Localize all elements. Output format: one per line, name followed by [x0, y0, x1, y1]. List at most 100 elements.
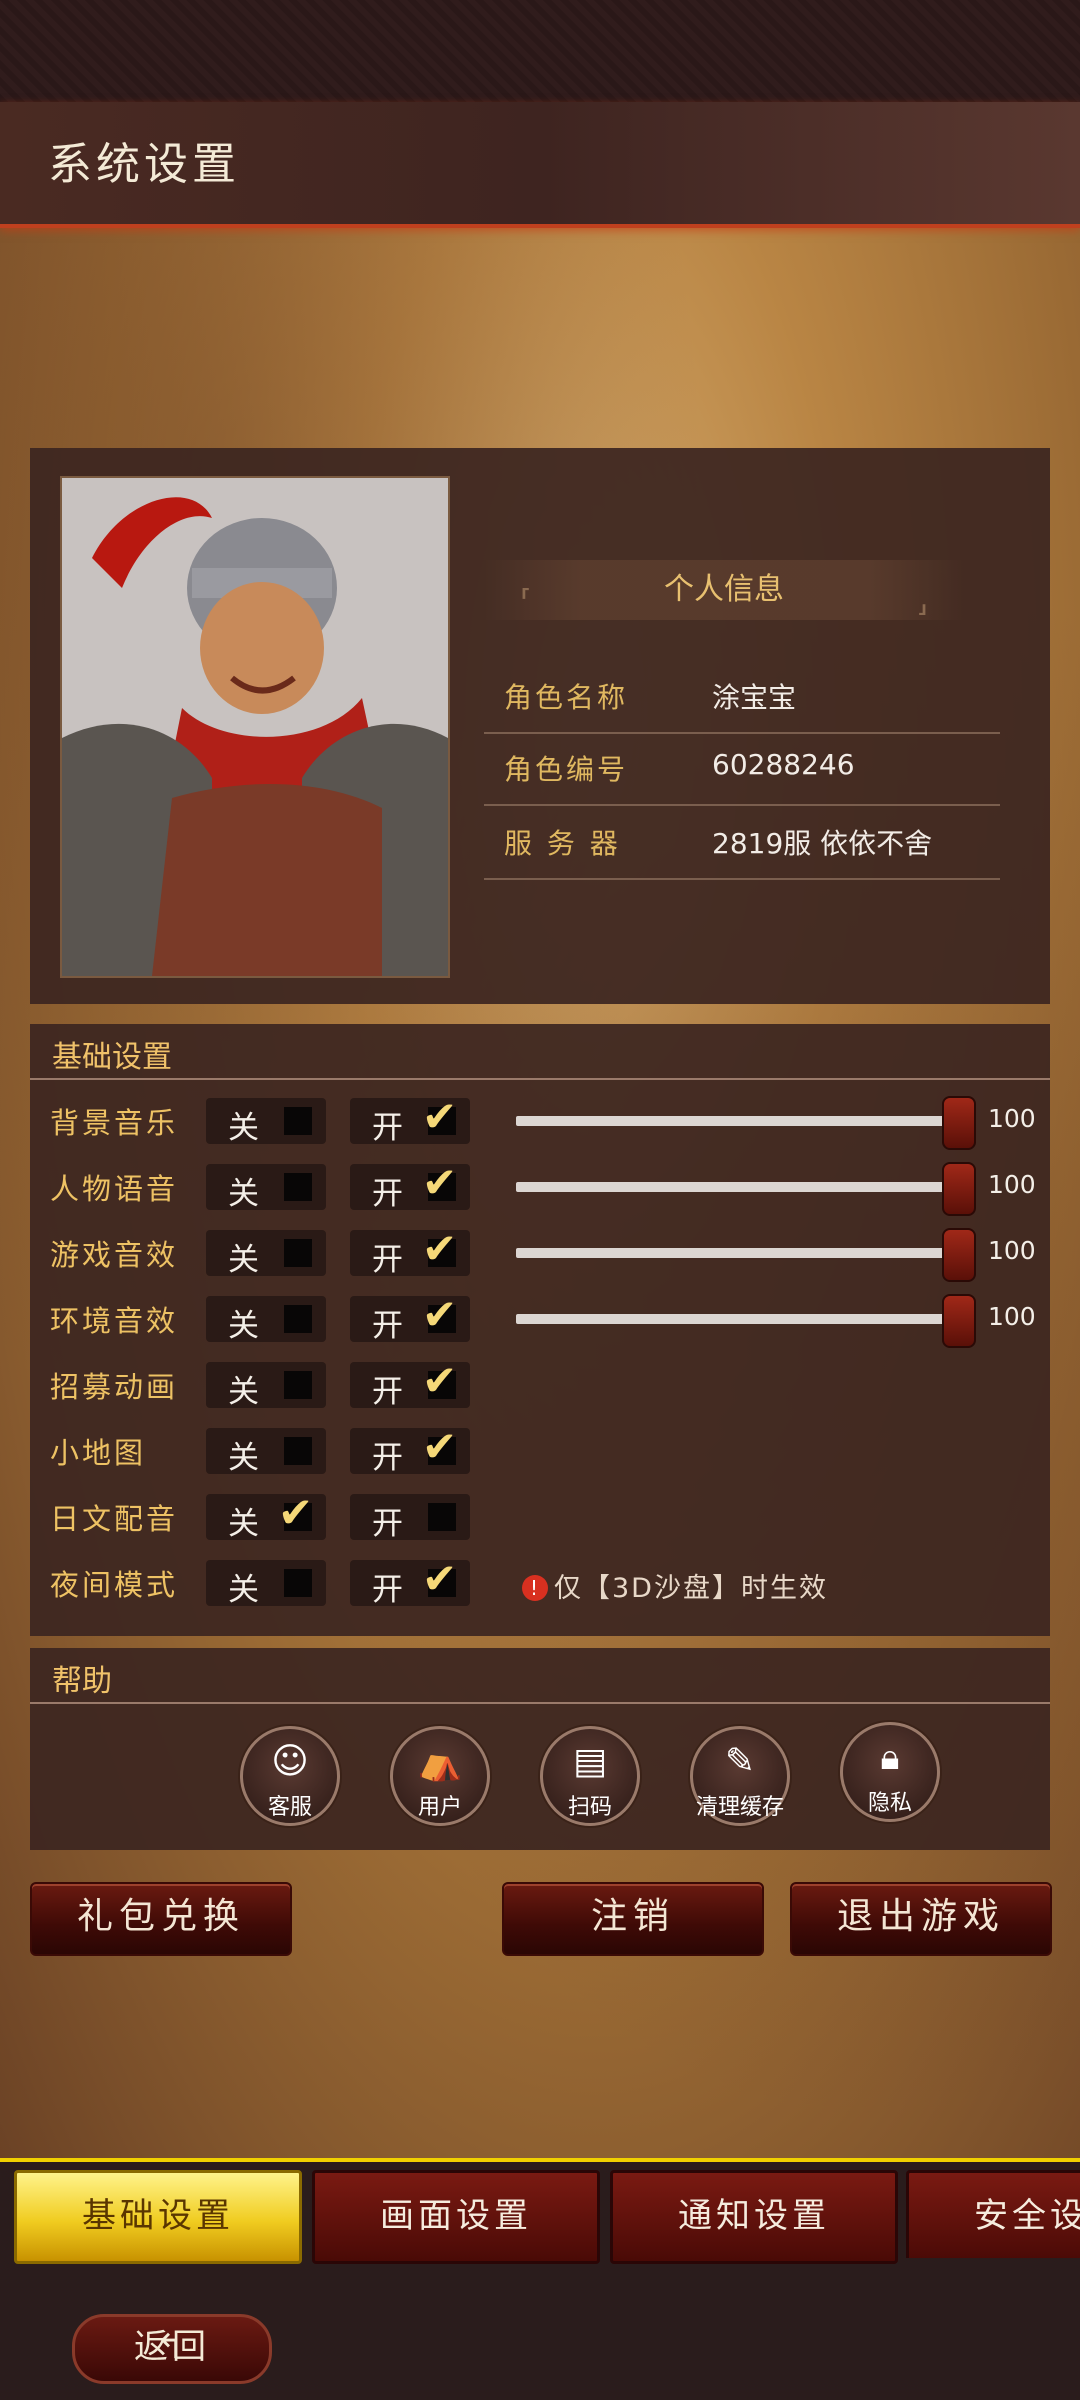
- checkmark-icon: ✔: [422, 1092, 458, 1141]
- scan-icon: ▤: [572, 1741, 607, 1782]
- volume-slider[interactable]: [516, 1182, 952, 1192]
- checkmark-icon: ✔: [422, 1554, 458, 1603]
- toggle-on[interactable]: 开: [350, 1494, 470, 1542]
- profile-header-label: 个人信息: [664, 572, 784, 607]
- toggle-label: 关: [228, 1242, 259, 1278]
- toggle-on[interactable]: 开 ✔: [350, 1092, 470, 1146]
- checkbox: [284, 1305, 312, 1333]
- tab-label: 画面设置: [380, 2196, 532, 2236]
- toggle-on[interactable]: 开 ✔: [350, 1422, 470, 1476]
- toggle-label: 开: [372, 1176, 403, 1212]
- slider-handle[interactable]: [942, 1294, 976, 1348]
- checkmark-icon: ✔: [422, 1356, 458, 1405]
- toggle-label: 关: [228, 1572, 259, 1608]
- lock-icon: 🔒︎: [880, 1737, 900, 1778]
- checkbox: [284, 1569, 312, 1597]
- volume-slider[interactable]: [516, 1314, 952, 1324]
- character-portrait: [60, 476, 450, 978]
- checkmark-icon: ✔: [422, 1224, 458, 1273]
- button-label: 退出游戏: [836, 1896, 1005, 1937]
- basic-settings-header: 基础设置: [30, 1024, 1050, 1080]
- setting-label: 游戏音效: [50, 1238, 179, 1272]
- back-label: 返回: [134, 2327, 210, 2367]
- slider-handle[interactable]: [942, 1228, 976, 1282]
- toggle-off[interactable]: 关: [206, 1296, 326, 1344]
- volume-value: 100: [988, 1104, 1036, 1133]
- clear-cache-button[interactable]: ✎ 清理缓存: [690, 1726, 790, 1826]
- help-header: 帮助: [30, 1648, 1050, 1704]
- tab-label: 基础设置: [82, 2196, 234, 2236]
- tab-notification-settings[interactable]: 通知设置: [610, 2170, 898, 2264]
- customer-service-button[interactable]: ☺ 客服: [240, 1726, 340, 1826]
- slider-handle[interactable]: [942, 1096, 976, 1150]
- logout-button[interactable]: 注销: [502, 1882, 764, 1956]
- toggle-label: 开: [372, 1440, 403, 1476]
- volume-value: 100: [988, 1236, 1036, 1265]
- info-row-id: 角色编号 60288246: [484, 732, 1000, 806]
- toggle-label: 开: [372, 1506, 403, 1542]
- checkmark-icon: ✔: [422, 1422, 458, 1471]
- info-label: 角色名称: [504, 681, 629, 714]
- help-label: 隐私: [867, 1791, 912, 1816]
- toggle-off[interactable]: 关: [206, 1428, 326, 1476]
- setting-label: 夜间模式: [50, 1568, 179, 1602]
- setting-label: 人物语音: [50, 1172, 179, 1206]
- warning-icon: !: [522, 1575, 548, 1601]
- toggle-label: 关: [228, 1506, 259, 1542]
- tab-security-settings[interactable]: 安全设置: [906, 2170, 1080, 2258]
- toggle-on[interactable]: 开 ✔: [350, 1554, 470, 1608]
- checkbox: [284, 1371, 312, 1399]
- section-title: 帮助: [52, 1664, 112, 1699]
- volume-slider[interactable]: [516, 1248, 952, 1258]
- button-label: 注销: [590, 1896, 675, 1937]
- section-title: 基础设置: [52, 1040, 172, 1075]
- top-decor-bar: [0, 0, 1080, 102]
- checkbox: [284, 1437, 312, 1465]
- help-label: 清理缓存: [695, 1795, 784, 1820]
- toggle-off[interactable]: 关: [206, 1560, 326, 1608]
- page-title: 系统设置: [48, 139, 240, 190]
- tab-basic-settings[interactable]: 基础设置: [14, 2170, 302, 2264]
- info-row-name: 角色名称 涂宝宝: [484, 660, 1000, 734]
- toggle-on[interactable]: 开 ✔: [350, 1224, 470, 1278]
- toggle-off[interactable]: 关: [206, 1362, 326, 1410]
- user-tent-icon: ⛺: [417, 1742, 463, 1783]
- header-ornament-left-icon: ⸢: [520, 584, 532, 619]
- tab-display-settings[interactable]: 画面设置: [312, 2170, 600, 2264]
- info-value: 涂宝宝: [712, 681, 797, 714]
- slider-handle[interactable]: [942, 1162, 976, 1216]
- checkbox: [284, 1107, 312, 1135]
- tab-label: 安全设置: [974, 2196, 1080, 2236]
- toggle-on[interactable]: 开 ✔: [350, 1356, 470, 1410]
- tab-clip: 安全设置: [906, 2170, 1080, 2258]
- user-button[interactable]: ⛺ 用户: [390, 1726, 490, 1826]
- toggle-label: 开: [372, 1572, 403, 1608]
- toggle-off[interactable]: 关 ✔: [206, 1488, 326, 1542]
- toggle-off[interactable]: 关: [206, 1098, 326, 1146]
- broom-icon: ✎: [724, 1741, 756, 1782]
- toggle-off[interactable]: 关: [206, 1230, 326, 1278]
- info-label: 角色编号: [504, 753, 629, 786]
- exit-game-button[interactable]: 退出游戏: [790, 1882, 1052, 1956]
- privacy-button[interactable]: 🔒︎ 隐私: [840, 1722, 940, 1822]
- toggle-label: 开: [372, 1374, 403, 1410]
- toggle-on[interactable]: 开 ✔: [350, 1290, 470, 1344]
- setting-label: 环境音效: [50, 1304, 179, 1338]
- toggle-label: 开: [372, 1242, 403, 1278]
- toggle-label: 关: [228, 1440, 259, 1476]
- toggle-off[interactable]: 关: [206, 1164, 326, 1212]
- button-label: 礼包兑换: [76, 1896, 245, 1937]
- toggle-on[interactable]: 开 ✔: [350, 1158, 470, 1212]
- toggle-label: 开: [372, 1110, 403, 1146]
- gift-redeem-button[interactable]: 礼包兑换: [30, 1882, 292, 1956]
- tab-bar-highlight: [0, 2158, 1080, 2162]
- volume-value: 100: [988, 1302, 1036, 1331]
- setting-label: 招募动画: [50, 1370, 179, 1404]
- checkmark-icon: ✔: [278, 1488, 314, 1537]
- info-row-server: 服 务 器 2819服 依依不舍: [484, 806, 1000, 880]
- help-label: 客服: [267, 1795, 312, 1820]
- scan-button[interactable]: ▤ 扫码: [540, 1726, 640, 1826]
- setting-label: 小地图: [50, 1436, 147, 1470]
- back-button[interactable]: ↰ 返回: [72, 2314, 272, 2384]
- volume-slider[interactable]: [516, 1116, 952, 1126]
